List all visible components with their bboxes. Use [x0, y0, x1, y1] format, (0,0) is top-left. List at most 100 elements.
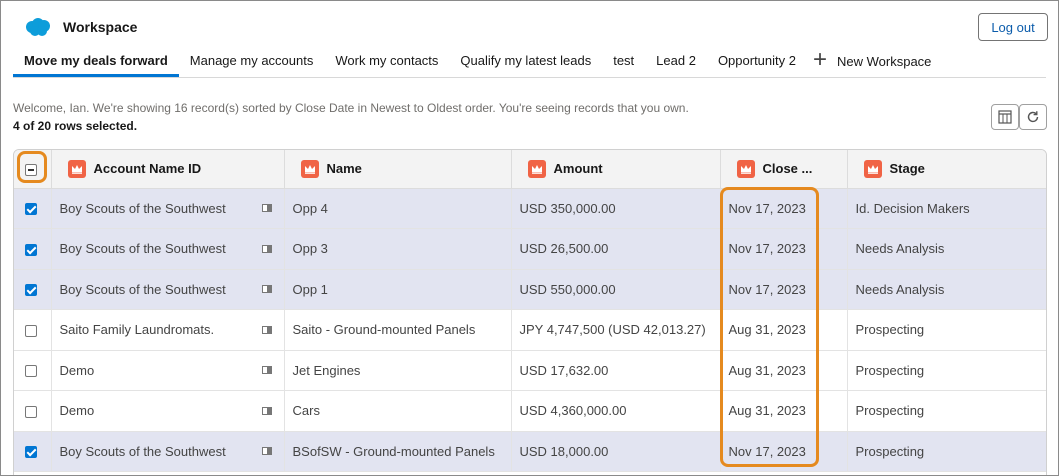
- account-name[interactable]: Boy Scouts of the Southwest: [60, 201, 226, 216]
- column-label: Account Name ID: [93, 161, 202, 177]
- row-select-cell: [14, 309, 52, 351]
- account-name[interactable]: Demo: [60, 403, 95, 418]
- column-label: Amount: [553, 161, 603, 177]
- amount-cell: USD 550,000.00: [511, 269, 721, 310]
- tab-work-my-contacts[interactable]: Work my contacts: [324, 45, 449, 77]
- column-label: Stage: [889, 161, 925, 177]
- row-checkbox[interactable]: [25, 405, 37, 418]
- close-date-cell: Aug 31, 2023: [720, 309, 848, 351]
- info-message: Welcome, Ian. We're showing 16 record(s)…: [13, 101, 689, 115]
- workspace-window: Workspace Log out Move my deals forward M…: [0, 0, 1059, 476]
- account-name[interactable]: Boy Scouts of the Southwest: [60, 282, 226, 297]
- name-cell[interactable]: Cars: [284, 390, 512, 432]
- tab-test[interactable]: test: [602, 45, 645, 77]
- name-cell[interactable]: Opp 3: [284, 228, 512, 270]
- row-checkbox[interactable]: [25, 446, 37, 459]
- table-row[interactable]: Boy Scouts of the Southwest Opp 1 USD 550,…: [14, 269, 1046, 310]
- select-all-checkbox[interactable]: [25, 163, 37, 176]
- row-checkbox[interactable]: [25, 324, 37, 337]
- tab-move-my-deals-forward[interactable]: Move my deals forward: [13, 45, 179, 77]
- close-date-cell: Aug 31, 2023: [720, 350, 848, 391]
- workspace-tabs: Move my deals forward Manage my accounts W…: [13, 45, 942, 77]
- account-cell: Boy Scouts of the Southwest: [51, 188, 285, 229]
- row-checkbox[interactable]: [25, 365, 37, 378]
- account-cell: Demo: [51, 390, 285, 432]
- logout-button[interactable]: Log out: [978, 13, 1048, 41]
- table-row[interactable]: Boy Scouts of the Southwest Opp 3 USD 26,5…: [14, 228, 1046, 270]
- table-header-row: Account Name ID Name Amount Close ... Stage: [14, 150, 1046, 189]
- close-date-cell: Nov 17, 2023: [720, 228, 848, 270]
- tab-qualify-my-latest-leads[interactable]: Qualify my latest leads: [449, 45, 602, 77]
- stage-cell: Prospecting: [847, 309, 1046, 351]
- amount-cell: USD 17,632.00: [511, 350, 721, 391]
- amount-column-header[interactable]: Amount: [511, 150, 721, 189]
- account-name-column-header[interactable]: Account Name ID: [51, 150, 285, 189]
- close-date-cell: Nov 17, 2023: [720, 188, 848, 229]
- table-row[interactable]: Boy Scouts of the Southwest BSofSW - Grou…: [14, 431, 1046, 472]
- account-name[interactable]: Boy Scouts of the Southwest: [60, 241, 226, 256]
- name-cell[interactable]: Opp 4: [284, 188, 512, 229]
- app-title: Workspace: [63, 19, 138, 35]
- stage-column-header[interactable]: Stage: [847, 150, 1046, 189]
- close-date-cell: Nov 17, 2023: [720, 269, 848, 310]
- row-select-cell: [14, 269, 52, 310]
- name-cell[interactable]: Jet Engines: [284, 350, 512, 391]
- amount-cell: USD 18,000.00: [511, 431, 721, 472]
- header: Workspace Log out Move my deals forward M…: [1, 1, 1058, 79]
- selection-count: 4 of 20 rows selected.: [13, 119, 138, 133]
- select-all-header: [14, 150, 52, 189]
- record-preview-icon[interactable]: [261, 325, 272, 334]
- name-cell[interactable]: BSofSW - Ground-mounted Panels: [284, 431, 512, 472]
- records-table: Account Name ID Name Amount Close ... Stage …: [13, 149, 1047, 475]
- name-column-header[interactable]: Name: [284, 150, 512, 189]
- table-body: Boy Scouts of the Southwest Opp 4 USD 350,…: [14, 188, 1046, 472]
- table-row[interactable]: Demo Cars USD 4,360,000.00 Aug 31, 2023 Pros…: [14, 390, 1046, 432]
- refresh-icon: [1027, 111, 1039, 123]
- account-name[interactable]: Saito Family Laundromats.: [60, 322, 215, 337]
- account-cell: Demo: [51, 350, 285, 391]
- name-cell[interactable]: Saito - Ground-mounted Panels: [284, 309, 512, 351]
- stage-cell: Prospecting: [847, 431, 1046, 472]
- column-type-icon: [300, 159, 319, 178]
- close-date-cell: Nov 17, 2023: [720, 431, 848, 472]
- record-preview-icon[interactable]: [261, 285, 272, 294]
- account-name[interactable]: Demo: [60, 363, 95, 378]
- record-preview-icon[interactable]: [261, 406, 272, 415]
- account-cell: Boy Scouts of the Southwest: [51, 269, 285, 310]
- table-row[interactable]: Boy Scouts of the Southwest Opp 4 USD 350,…: [14, 188, 1046, 229]
- record-preview-icon[interactable]: [261, 366, 272, 375]
- tab-manage-my-accounts[interactable]: Manage my accounts: [179, 45, 325, 77]
- table-row[interactable]: Saito Family Laundromats. Saito - Ground-…: [14, 309, 1046, 351]
- column-label: Close ...: [762, 161, 813, 177]
- account-name[interactable]: Boy Scouts of the Southwest: [60, 444, 226, 459]
- record-preview-icon[interactable]: [261, 244, 272, 253]
- name-cell[interactable]: Opp 1: [284, 269, 512, 310]
- record-preview-icon[interactable]: [261, 204, 272, 213]
- column-settings-button[interactable]: [991, 104, 1019, 130]
- row-checkbox[interactable]: [25, 203, 37, 216]
- amount-cell: USD 4,360,000.00: [511, 390, 721, 432]
- new-workspace-tab[interactable]: + New Workspace: [807, 45, 942, 77]
- tab-opportunity-2[interactable]: Opportunity 2: [707, 45, 807, 77]
- stage-cell: Prospecting: [847, 390, 1046, 432]
- stage-cell: Needs Analysis: [847, 269, 1046, 310]
- amount-cell: USD 350,000.00: [511, 188, 721, 229]
- column-type-icon: [527, 159, 546, 178]
- tabs-divider: [13, 77, 1046, 78]
- stage-cell: Id. Decision Makers: [847, 188, 1046, 229]
- account-cell: Boy Scouts of the Southwest: [51, 431, 285, 472]
- close-date-cell: Aug 31, 2023: [720, 390, 848, 432]
- row-checkbox[interactable]: [25, 243, 37, 256]
- close-date-column-header[interactable]: Close ...: [720, 150, 848, 189]
- record-preview-icon[interactable]: [261, 447, 272, 456]
- refresh-button[interactable]: [1019, 104, 1047, 130]
- column-type-icon: [67, 159, 86, 178]
- row-select-cell: [14, 188, 52, 229]
- column-label: Name: [326, 161, 362, 177]
- tab-lead-2[interactable]: Lead 2: [645, 45, 707, 77]
- amount-cell: JPY 4,747,500 (USD 42,013.27): [511, 309, 721, 351]
- row-checkbox[interactable]: [25, 284, 37, 297]
- table-row[interactable]: Demo Jet Engines USD 17,632.00 Aug 31, 2023…: [14, 350, 1046, 391]
- stage-cell: Needs Analysis: [847, 228, 1046, 270]
- account-cell: Saito Family Laundromats.: [51, 309, 285, 351]
